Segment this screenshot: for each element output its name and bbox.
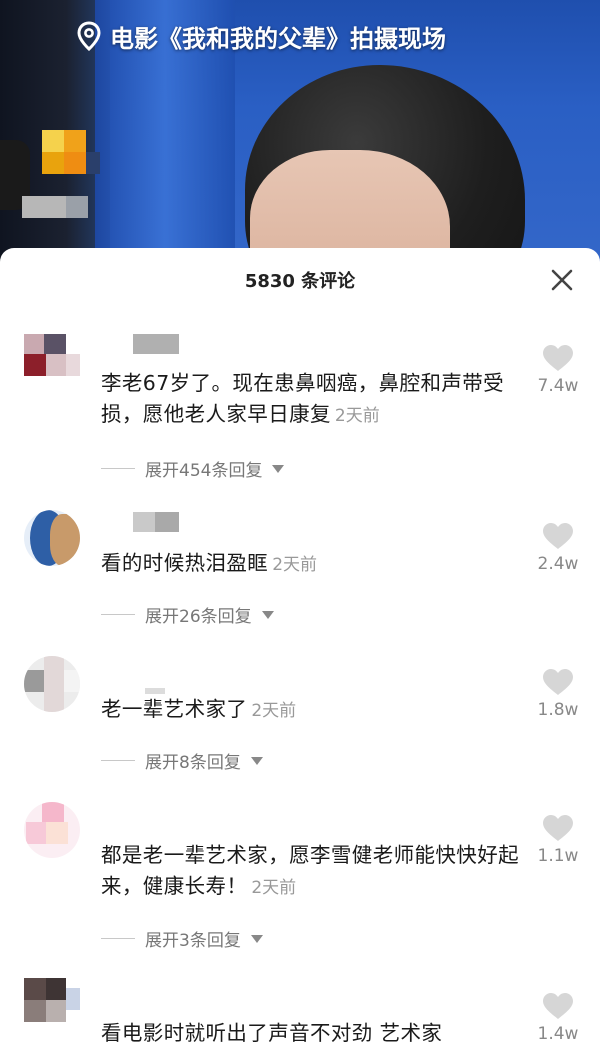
like-count: 2.4w <box>537 554 579 574</box>
expand-replies-label: 展开454条回复 <box>145 461 263 481</box>
like-button[interactable]: 1.4w <box>532 992 584 1044</box>
caret-down-icon <box>250 934 263 943</box>
video-background[interactable]: 电影《我和我的父辈》拍摄现场 <box>0 0 600 270</box>
divider-dash <box>101 614 135 615</box>
close-button[interactable] <box>548 266 576 294</box>
like-button[interactable]: 2.4w <box>532 522 584 574</box>
avatar[interactable] <box>24 510 80 566</box>
divider-dash <box>101 938 135 939</box>
divider-dash <box>101 760 135 761</box>
like-button[interactable]: 7.4w <box>532 344 584 396</box>
avatar[interactable] <box>24 656 80 712</box>
comment-text: 李老67岁了。现在患鼻咽癌，鼻腔和声带受损，愿他老人家早日康复 2天前 <box>101 371 505 426</box>
avatar[interactable] <box>24 978 80 1034</box>
location-pin-icon <box>77 21 101 51</box>
comment-time: 2天前 <box>334 406 380 426</box>
heart-icon <box>543 815 573 841</box>
close-icon <box>551 269 573 291</box>
comment-time: 2天前 <box>251 878 297 898</box>
comment-text: 老一辈艺术家了 2天前 <box>101 697 297 721</box>
comment-text: 看电影时就听出了声音不对劲 艺术家 <box>101 1021 443 1045</box>
heart-icon <box>543 669 573 695</box>
comments-count-title: 5830 条评论 <box>244 271 356 292</box>
username-mosaic[interactable] <box>133 512 179 532</box>
expand-replies[interactable]: 展开26条回复 <box>101 602 274 627</box>
comments-sheet: 5830 条评论 李老67岁了。现在患鼻咽癌，鼻腔和声带受损，愿他老人家早日康复… <box>0 248 600 1062</box>
like-button[interactable]: 1.8w <box>532 668 584 720</box>
expand-replies[interactable]: 展开8条回复 <box>101 748 263 773</box>
like-count: 1.4w <box>537 1024 579 1044</box>
comment-time: 2天前 <box>251 701 297 721</box>
mosaic-badge <box>22 130 102 220</box>
expand-replies[interactable]: 展开3条回复 <box>101 926 263 951</box>
caret-down-icon <box>250 756 263 765</box>
comments-header: 5830 条评论 <box>0 248 600 314</box>
expand-replies[interactable]: 展开454条回复 <box>101 456 285 481</box>
location-text: 电影《我和我的父辈》拍摄现场 <box>110 24 446 53</box>
like-button[interactable]: 1.1w <box>532 814 584 866</box>
caret-down-icon <box>261 610 274 619</box>
comment-text: 看的时候热泪盈眶 2天前 <box>101 551 318 575</box>
expand-replies-label: 展开8条回复 <box>145 753 241 773</box>
like-count: 1.1w <box>537 846 579 866</box>
like-count: 1.8w <box>537 700 579 720</box>
expand-replies-label: 展开26条回复 <box>145 607 252 627</box>
avatar[interactable] <box>24 802 80 858</box>
heart-icon <box>543 523 573 549</box>
heart-icon <box>543 993 573 1019</box>
like-count: 7.4w <box>537 376 579 396</box>
location-tag[interactable]: 电影《我和我的父辈》拍摄现场 <box>76 18 446 54</box>
divider-dash <box>101 468 135 469</box>
comment-time: 2天前 <box>272 555 318 575</box>
username-mosaic[interactable] <box>133 334 179 354</box>
caret-down-icon <box>272 464 285 473</box>
comment-text: 都是老一辈艺术家，愿李雪健老师能快快好起来，健康长寿！ 2天前 <box>101 843 519 898</box>
expand-replies-label: 展开3条回复 <box>145 931 241 951</box>
avatar[interactable] <box>24 334 80 390</box>
heart-icon <box>543 345 573 371</box>
